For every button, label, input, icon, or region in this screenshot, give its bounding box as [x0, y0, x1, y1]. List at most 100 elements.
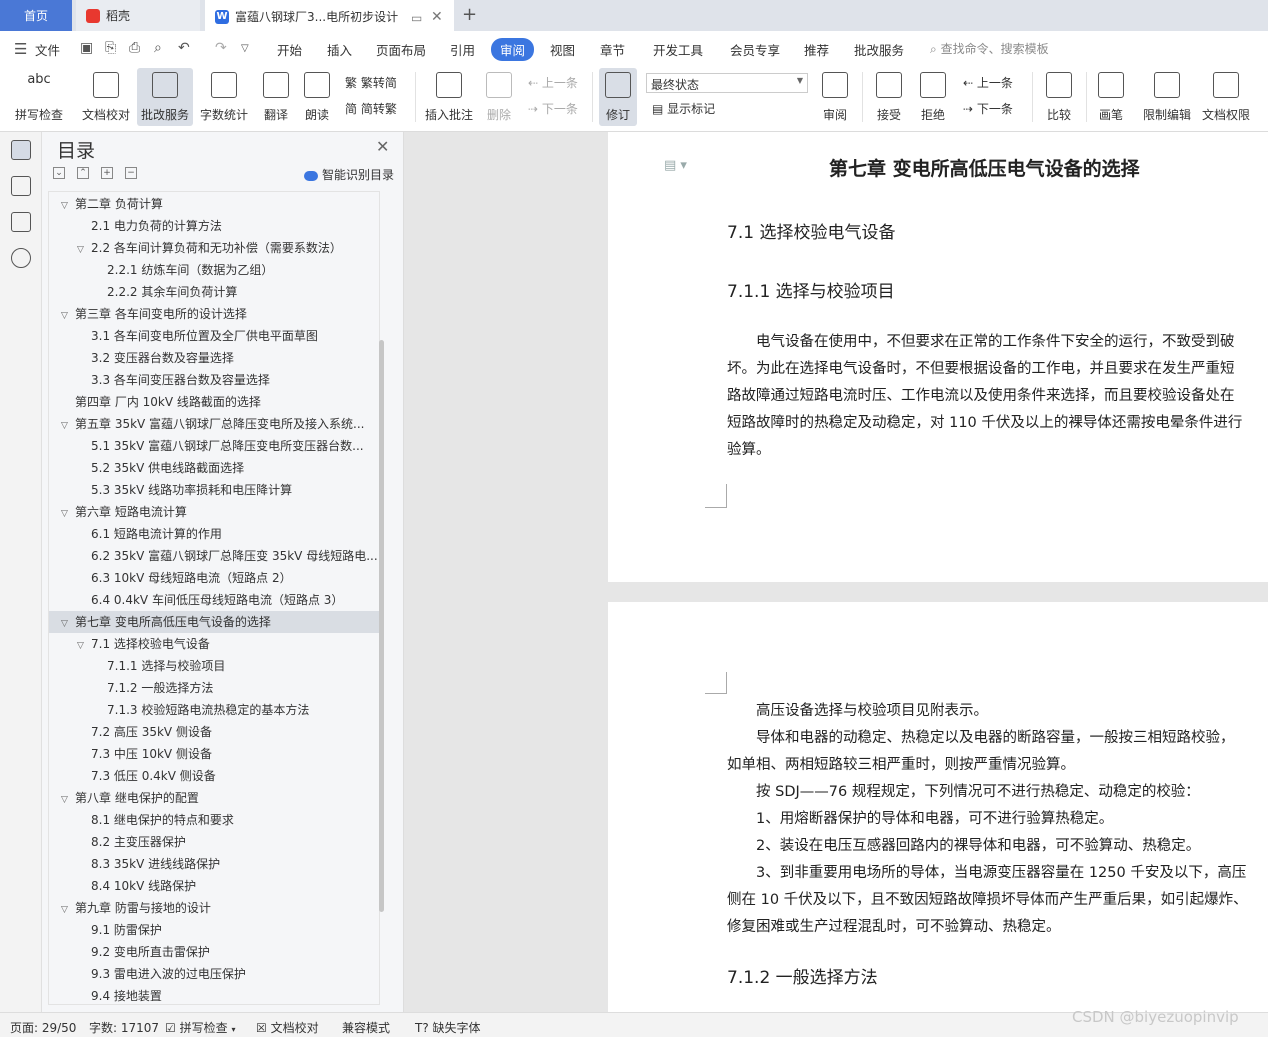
chevron-down-icon[interactable]: ▽ — [61, 613, 75, 633]
toc-item[interactable]: 7.1.1 选择与校验项目 — [49, 655, 379, 677]
expand-up-icon[interactable]: ⌃ — [77, 167, 89, 179]
menu-developer[interactable]: 开发工具 — [653, 40, 703, 59]
next-comment-button[interactable]: ⇢ 下一条 — [528, 100, 578, 117]
chapter-nav-icon[interactable] — [11, 176, 31, 196]
chevron-down-icon[interactable]: ▽ — [61, 789, 75, 809]
markup-state-select[interactable]: 最终状态 ▼ — [646, 73, 808, 93]
chevron-down-icon[interactable]: ▽ — [61, 195, 75, 215]
smart-toc-button[interactable]: 智能识别目录 — [304, 166, 394, 183]
toc-item[interactable]: 6.3 10kV 母线短路电流（短路点 2） — [49, 567, 379, 589]
document-page[interactable]: 高压设备选择与校验项目见附表示。 导体和电器的动稳定、热稳定以及电器的断路容量，… — [608, 602, 1268, 1012]
pen-button[interactable]: 画笔 — [1094, 68, 1128, 126]
chevron-down-icon[interactable]: ▽ — [77, 239, 91, 259]
toc-item[interactable]: 9.4 接地装置 — [49, 985, 379, 1004]
print-preview-icon[interactable]: ⌕ — [154, 40, 162, 56]
toc-item[interactable]: 5.3 35kV 线路功率损耗和电压降计算 — [49, 479, 379, 501]
toc-item[interactable]: 7.1.3 校验短路电流热稳定的基本方法 — [49, 699, 379, 721]
remove-heading-icon[interactable]: − — [125, 167, 137, 179]
close-icon[interactable]: ✕ — [376, 137, 389, 156]
collapse-all-icon[interactable]: ⌄ — [53, 167, 65, 179]
tab-close-icon[interactable]: ✕ — [431, 9, 443, 25]
toc-item[interactable]: 7.3 低压 0.4kV 侧设备 — [49, 765, 379, 787]
toc-item[interactable]: 7.3 中压 10kV 侧设备 — [49, 743, 379, 765]
delete-comment-button[interactable]: 删除 — [482, 68, 516, 126]
menu-insert[interactable]: 插入 — [327, 40, 352, 59]
insert-comment-button[interactable]: 插入批注 — [422, 68, 476, 126]
page-indicator[interactable]: 页面: 29/50 — [10, 1019, 76, 1036]
toc-item[interactable]: 3.1 各车间变电所位置及全厂供电平面草图 — [49, 325, 379, 347]
doc-permission-button[interactable]: 文档权限 — [1199, 68, 1253, 126]
word-count-indicator[interactable]: 字数: 17107 — [89, 1019, 159, 1036]
show-markup-button[interactable]: ▤ 显示标记 — [652, 100, 715, 117]
redo-icon[interactable]: ↷ — [215, 40, 227, 56]
track-changes-button[interactable]: 修订 — [599, 68, 637, 126]
toc-item[interactable]: ▽ 第七章 变电所高低压电气设备的选择 — [49, 611, 379, 633]
bookmark-icon[interactable] — [11, 212, 31, 232]
chevron-down-icon[interactable]: ▽ — [61, 503, 75, 523]
toc-item[interactable]: ▽ 第二章 负荷计算 — [49, 193, 379, 215]
command-search[interactable]: ⌕ 查找命令、搜索模板 — [930, 40, 1049, 57]
toc-item[interactable]: ▽ 第三章 各车间变电所的设计选择 — [49, 303, 379, 325]
toc-item[interactable]: ▽ 第九章 防雷与接地的设计 — [49, 897, 379, 919]
new-tab-button[interactable]: + — [462, 4, 477, 25]
print-icon[interactable]: ⎙ — [129, 40, 140, 56]
toc-item[interactable]: 第四章 厂内 10kV 线路截面的选择 — [49, 391, 379, 413]
toc-item[interactable]: ▽ 第五章 35kV 富蕴八钢球厂总降压变电所及接入系统... — [49, 413, 379, 435]
toc-item[interactable]: 6.1 短路电流计算的作用 — [49, 523, 379, 545]
simp-to-trad-button[interactable]: 简 简转繁 — [345, 100, 397, 117]
toc-item[interactable]: 8.1 继电保护的特点和要求 — [49, 809, 379, 831]
toc-item[interactable]: 2.2.1 纺炼车间（数据为乙组） — [49, 259, 379, 281]
menu-review[interactable]: 审阅 — [491, 38, 535, 61]
toc-item[interactable]: 3.3 各车间变压器台数及容量选择 — [49, 369, 379, 391]
menu-member[interactable]: 会员专享 — [730, 40, 780, 59]
toc-item[interactable]: 8.3 35kV 进线线路保护 — [49, 853, 379, 875]
menu-view[interactable]: 视图 — [550, 40, 575, 59]
review-service-button[interactable]: 批改服务 — [137, 68, 193, 126]
tab-restore-icon[interactable]: ▭ — [411, 11, 422, 25]
spell-check-button[interactable]: abc 拼写检查 — [8, 68, 70, 126]
add-heading-icon[interactable]: + — [101, 167, 113, 179]
menu-page-layout[interactable]: 页面布局 — [376, 40, 426, 59]
status-spell-check[interactable]: ☑ 拼写检查 ▾ — [165, 1019, 235, 1036]
restrict-edit-button[interactable]: 限制编辑 — [1140, 68, 1194, 126]
chevron-down-icon[interactable]: ▽ — [61, 305, 75, 325]
export-pdf-icon[interactable]: ⎘ — [105, 40, 116, 56]
toc-item[interactable]: ▽ 2.2 各车间计算负荷和无功补偿（需要系数法） — [49, 237, 379, 259]
menu-recommend[interactable]: 推荐 — [804, 40, 829, 59]
toc-item[interactable]: ▽ 7.1 选择校验电气设备 — [49, 633, 379, 655]
toc-item[interactable]: 2.1 电力负荷的计算方法 — [49, 215, 379, 237]
status-proofread[interactable]: ☒ 文档校对 — [256, 1019, 319, 1036]
missing-font-button[interactable]: T? 缺失字体 — [415, 1019, 481, 1036]
prev-change-button[interactable]: ⇠ 上一条 — [963, 74, 1013, 91]
toc-item[interactable]: 8.2 主变压器保护 — [49, 831, 379, 853]
toc-item[interactable]: 7.1.2 一般选择方法 — [49, 677, 379, 699]
toc-item[interactable]: 9.3 雷电进入波的过电压保护 — [49, 963, 379, 985]
toc-item[interactable]: 6.4 0.4kV 车间低压母线短路电流（短路点 3） — [49, 589, 379, 611]
trad-to-simp-button[interactable]: 繁 繁转简 — [345, 74, 397, 91]
tab-document[interactable]: W 富蕴八钢球厂3...电所初步设计 ▭ ✕ — [205, 0, 454, 31]
quick-access-dropdown-icon[interactable]: ▽ — [241, 43, 249, 54]
menu-chapter[interactable]: 章节 — [600, 40, 625, 59]
tab-daoke[interactable]: 稻壳 — [76, 0, 200, 31]
doc-check-button[interactable]: 文档校对 — [78, 68, 134, 126]
toc-item[interactable]: 8.4 10kV 线路保护 — [49, 875, 379, 897]
toc-item[interactable]: 5.2 35kV 供电线路截面选择 — [49, 457, 379, 479]
document-page[interactable]: ▤ ▾ 第七章 变电所高低压电气设备的选择 7.1 选择校验电气设备 7.1.1… — [608, 132, 1268, 582]
toc-item[interactable]: 2.2.2 其余车间负荷计算 — [49, 281, 379, 303]
menu-reference[interactable]: 引用 — [450, 40, 475, 59]
menu-file[interactable]: 文件 — [35, 40, 60, 59]
toc-item[interactable]: 7.2 高压 35kV 侧设备 — [49, 721, 379, 743]
reject-button[interactable]: 拒绝 — [914, 68, 952, 126]
toc-item[interactable]: ▽ 第六章 短路电流计算 — [49, 501, 379, 523]
toc-item[interactable]: 5.1 35kV 富蕴八钢球厂总降压变电所变压器台数... — [49, 435, 379, 457]
toc-item[interactable]: 6.2 35kV 富蕴八钢球厂总降压变 35kV 母线短路电... — [49, 545, 379, 567]
compare-button[interactable]: 比较 — [1040, 68, 1078, 126]
menu-review-service[interactable]: 批改服务 — [854, 40, 904, 59]
toc-scrollbar[interactable] — [379, 340, 384, 912]
next-change-button[interactable]: ⇢ 下一条 — [963, 100, 1013, 117]
search-icon[interactable] — [11, 248, 31, 268]
translate-button[interactable]: 翻译 — [256, 68, 296, 126]
save-icon[interactable]: ▣ — [80, 40, 93, 56]
menu-start[interactable]: 开始 — [277, 40, 302, 59]
chevron-down-icon[interactable]: ▽ — [61, 415, 75, 435]
